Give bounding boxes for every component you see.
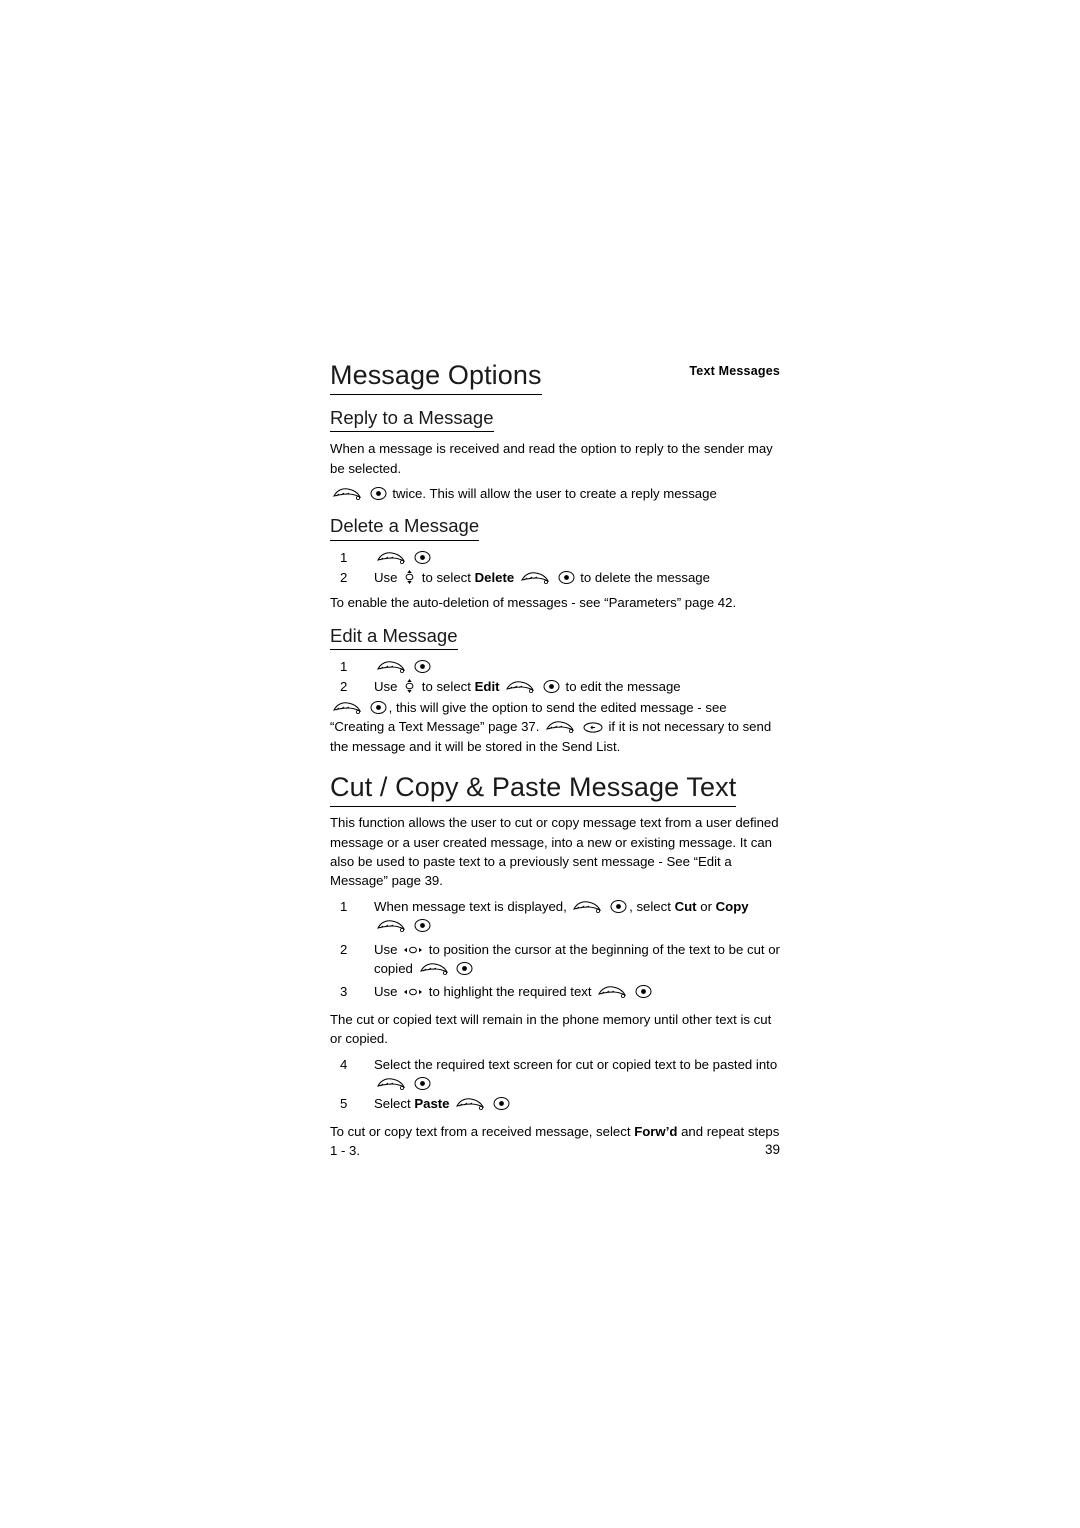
soft-key-icon (376, 918, 406, 933)
subheading-text: Delete a Message (330, 515, 480, 541)
soft-key-icon (520, 570, 550, 585)
back-key-icon (583, 721, 603, 734)
step-number: 2 (340, 941, 348, 957)
heading-text: Cut / Copy & Paste Message Text (330, 772, 737, 808)
step-text (374, 657, 780, 676)
cut-copy-step-2: 2 Use to position the cursor at the begi… (330, 940, 780, 979)
select-key-icon (370, 486, 387, 501)
document-page: Text Messages Message Options Reply to a… (0, 0, 1080, 1528)
step-number: 2 (340, 570, 348, 586)
step-number: 1 (340, 549, 348, 565)
cut-copy-step-1: 1 When message text is displayed, , sele… (330, 897, 780, 936)
step-text-b: to highlight the required text (428, 984, 592, 1000)
section-heading-cut-copy-paste: Cut / Copy & Paste Message Text (330, 772, 780, 808)
reply-key-line: twice. This will allow the user to creat… (330, 484, 780, 503)
page-content: Message Options Reply to a Message When … (330, 360, 780, 1167)
subheading-reply-to-a-message: Reply to a Message (330, 407, 780, 433)
step-text-bold2: Copy (715, 898, 749, 914)
step-text-a: Use (374, 679, 398, 695)
soft-key-icon (455, 1096, 485, 1111)
heading-text: Message Options (330, 360, 542, 396)
page-number: 39 (764, 1142, 780, 1157)
soft-key-icon (505, 679, 535, 694)
step-text-b: , select (629, 898, 671, 914)
soft-key-icon (597, 984, 627, 999)
step-text: Use to position the cursor at the beginn… (374, 940, 780, 979)
forward-note-bold: Forw’d (634, 1123, 678, 1139)
soft-key-icon (332, 700, 362, 715)
step-number: 1 (340, 659, 348, 675)
soft-key-icon (332, 486, 362, 501)
edit-step-2: 2 Use to select Edit to edit the message (330, 677, 780, 696)
soft-key-icon (376, 659, 406, 674)
navigation-left-right-icon (403, 985, 423, 999)
cut-copy-step-3: 3 Use to highlight the required text (330, 982, 780, 1001)
reply-paragraph: When a message is received and read the … (330, 441, 773, 476)
step-text: Select the required text screen for cut … (374, 1055, 780, 1094)
navigation-up-down-icon (403, 569, 416, 585)
soft-key-icon (376, 1076, 406, 1091)
step-text-bold1: Cut (674, 898, 697, 914)
step-text-b: to select (421, 570, 471, 586)
step-text: Use to select Delete to delete the messa… (374, 568, 780, 587)
step-text-bold: Delete (474, 570, 515, 586)
step-text-a: Select the required text screen for cut … (374, 1056, 778, 1072)
step-text-mid: or (700, 898, 712, 914)
select-key-icon (610, 899, 627, 914)
soft-key-icon (572, 899, 602, 914)
select-key-icon (414, 918, 431, 933)
step-text: Use to select Edit to edit the message (374, 677, 780, 696)
subheading-edit-a-message: Edit a Message (330, 625, 780, 651)
select-key-icon (414, 550, 431, 565)
select-key-icon (414, 1076, 431, 1091)
step-text-b: to select (421, 679, 471, 695)
cut-copy-step-5: 5 Select Paste (330, 1094, 780, 1113)
select-key-icon (493, 1096, 510, 1111)
step-text-a: Use (374, 570, 398, 586)
select-key-icon (543, 679, 560, 694)
subheading-text: Reply to a Message (330, 407, 494, 433)
step-text-a: Use (374, 984, 398, 1000)
step-number: 4 (340, 1056, 348, 1072)
delete-step-2: 2 Use to select Delete to delete the mes… (330, 568, 780, 587)
edit-note-paragraph: , this will give the option to send the … (330, 698, 780, 756)
cut-copy-memory-note: The cut or copied text will remain in th… (330, 1011, 772, 1047)
reply-key-line-text: twice. This will allow the user to creat… (392, 486, 717, 502)
select-key-icon (414, 659, 431, 674)
step-text-a: When message text is displayed, (374, 898, 567, 914)
subheading-delete-a-message: Delete a Message (330, 515, 780, 541)
forward-note-a: To cut or copy text from a received mess… (330, 1123, 631, 1139)
soft-key-icon (419, 961, 449, 976)
soft-key-icon (376, 550, 406, 565)
cut-copy-intro: This function allows the user to cut or … (330, 815, 779, 889)
select-key-icon (558, 570, 575, 585)
step-text (374, 548, 780, 567)
select-key-icon (635, 984, 652, 999)
step-text: Use to highlight the required text (374, 982, 780, 1001)
navigation-left-right-icon (403, 943, 423, 957)
step-text-c: to edit the message (565, 679, 681, 695)
step-number: 5 (340, 1096, 348, 1112)
edit-step-1: 1 (330, 657, 780, 676)
delete-step-1: 1 (330, 548, 780, 567)
select-key-icon (456, 961, 473, 976)
navigation-up-down-icon (403, 678, 416, 694)
step-number: 3 (340, 984, 348, 1000)
soft-key-icon (545, 719, 575, 734)
step-text-c: to delete the message (580, 570, 710, 586)
cut-copy-step-4: 4 Select the required text screen for cu… (330, 1055, 780, 1094)
step-text-a: Select (374, 1096, 411, 1112)
step-text-bold: Edit (474, 679, 500, 695)
step-number: 1 (340, 898, 348, 914)
step-text: Select Paste (374, 1094, 780, 1113)
step-text: When message text is displayed, , select… (374, 897, 780, 936)
step-number: 2 (340, 679, 348, 695)
delete-note: To enable the auto-deletion of messages … (330, 595, 737, 611)
subheading-text: Edit a Message (330, 625, 458, 651)
step-text-a: Use (374, 941, 398, 957)
section-heading-message-options: Message Options (330, 360, 780, 396)
step-text-bold1: Paste (414, 1096, 450, 1112)
select-key-icon (370, 700, 387, 715)
